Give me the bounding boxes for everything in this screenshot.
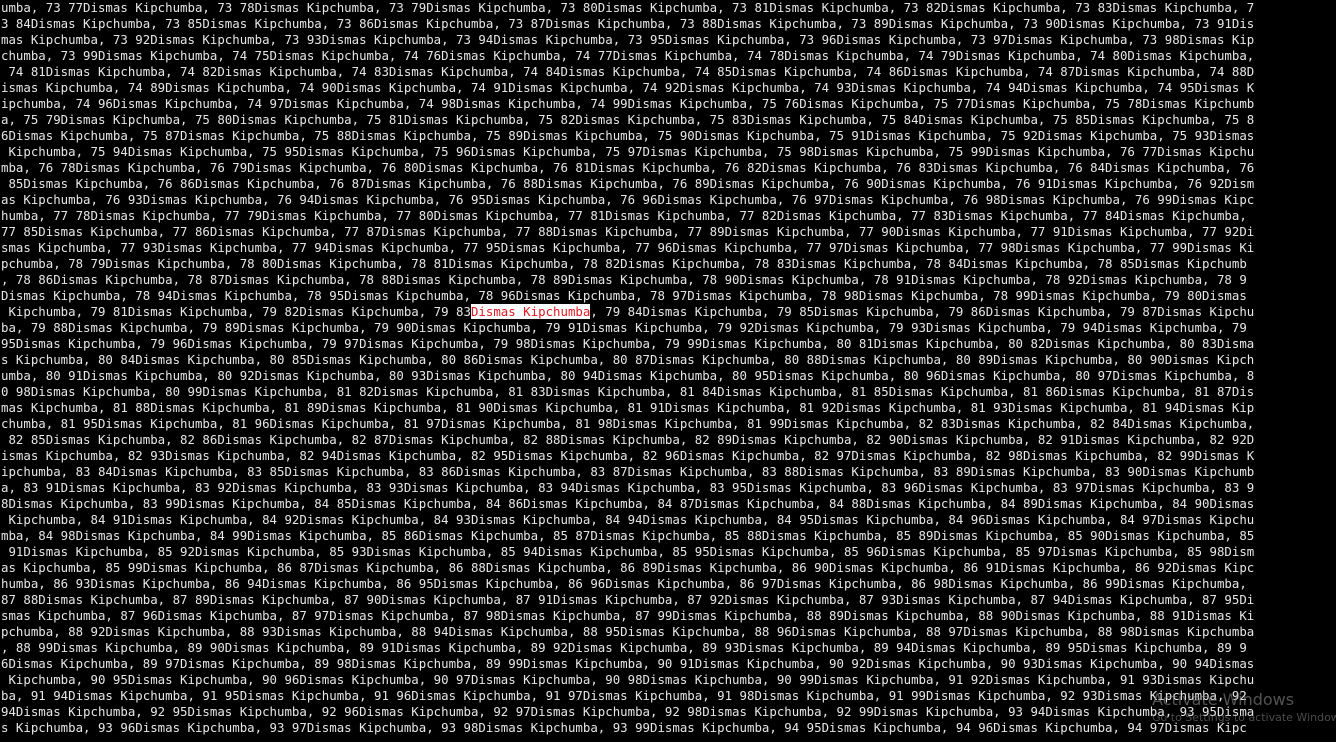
terminal-line: ba, 91 94Dismas Kipchumba, 91 95Dismas K… [1,688,1247,703]
terminal-line-with-selection: Kipchumba, 79 81Dismas Kipchumba, 79 82D… [1,304,1335,320]
terminal-line: 0 98Dismas Kipchumba, 80 99Dismas Kipchu… [1,384,1255,399]
terminal-line: ipchumba, 74 96Dismas Kipchumba, 74 97Di… [1,96,1255,111]
terminal-line: mas Kipchumba, 73 92Dismas Kipchumba, 73… [1,32,1255,47]
terminal-line: mas Kipchumba, 81 88Dismas Kipchumba, 81… [1,400,1255,415]
terminal-line: 94Dismas Kipchumba, 92 95Dismas Kipchumb… [1,704,1255,719]
terminal-line: s Kipchumba, 93 96Dismas Kipchumba, 93 9… [1,720,1247,735]
terminal-line: 77 85Dismas Kipchumba, 77 86Dismas Kipch… [1,224,1255,239]
terminal-line: humba, 77 78Dismas Kipchumba, 77 79Disma… [1,208,1247,223]
terminal-line: ismas Kipchumba, 74 89Dismas Kipchumba, … [1,80,1255,95]
terminal-line: 82 85Dismas Kipchumba, 82 86Dismas Kipch… [1,432,1255,447]
terminal-line: Dismas Kipchumba, 78 94Dismas Kipchumba,… [1,288,1247,303]
terminal-line: a, 75 79Dismas Kipchumba, 75 80Dismas Ki… [1,112,1255,127]
terminal-line: 95Dismas Kipchumba, 79 96Dismas Kipchumb… [1,336,1255,351]
terminal-output[interactable]: umba, 73 77Dismas Kipchumba, 73 78Dismas… [0,0,1336,742]
terminal-line: 87 88Dismas Kipchumba, 87 89Dismas Kipch… [1,592,1255,607]
terminal-line: 3 84Dismas Kipchumba, 73 85Dismas Kipchu… [1,16,1255,31]
activate-windows-subtitle: Go to Settings to activate Windows. [1152,711,1336,724]
terminal-line: as Kipchumba, 76 93Dismas Kipchumba, 76 … [1,192,1255,207]
terminal-line: 74 81Dismas Kipchumba, 74 82Dismas Kipch… [1,64,1255,79]
selected-text-highlight[interactable]: Dismas Kipchumba [470,304,591,319]
terminal-line: humba, 86 93Dismas Kipchumba, 86 94Disma… [1,576,1247,591]
terminal-line: Kipchumba, 84 91Dismas Kipchumba, 84 92D… [1,512,1255,527]
terminal-line: pchumba, 78 79Dismas Kipchumba, 78 80Dis… [1,256,1247,271]
terminal-line: 6Dismas Kipchumba, 89 97Dismas Kipchumba… [1,656,1255,671]
terminal-line: umba, 80 91Dismas Kipchumba, 80 92Dismas… [1,368,1255,383]
terminal-line: chumba, 81 95Dismas Kipchumba, 81 96Dism… [1,416,1255,431]
terminal-line: 6Dismas Kipchumba, 75 87Dismas Kipchumba… [1,128,1255,143]
terminal-line: , 88 99Dismas Kipchumba, 89 90Dismas Kip… [1,640,1247,655]
activate-windows-watermark: Activate Windows [1152,690,1295,709]
terminal-line: Kipchumba, 90 95Dismas Kipchumba, 90 96D… [1,672,1255,687]
terminal-line: 8Dismas Kipchumba, 83 99Dismas Kipchumba… [1,496,1255,511]
terminal-line: as Kipchumba, 85 99Dismas Kipchumba, 86 … [1,560,1255,575]
terminal-line: umba, 73 77Dismas Kipchumba, 73 78Dismas… [1,0,1255,15]
terminal-line: pchumba, 88 92Dismas Kipchumba, 88 93Dis… [1,624,1255,639]
terminal-line: , 78 86Dismas Kipchumba, 78 87Dismas Kip… [1,272,1247,287]
terminal-line: mba, 84 98Dismas Kipchumba, 84 99Dismas … [1,528,1255,543]
terminal-line: a, 83 91Dismas Kipchumba, 83 92Dismas Ki… [1,480,1255,495]
terminal-line: chumba, 73 99Dismas Kipchumba, 74 75Dism… [1,48,1255,63]
terminal-line: ipchumba, 83 84Dismas Kipchumba, 83 85Di… [1,464,1255,479]
terminal-line: 91Dismas Kipchumba, 85 92Dismas Kipchumb… [1,544,1255,559]
terminal-line: ba, 79 88Dismas Kipchumba, 79 89Dismas K… [1,320,1247,335]
terminal-text: Kipchumba, 79 81Dismas Kipchumba, 79 82D… [1,304,471,319]
terminal-line: smas Kipchumba, 77 93Dismas Kipchumba, 7… [1,240,1255,255]
terminal-line: smas Kipchumba, 87 96Dismas Kipchumba, 8… [1,608,1255,623]
terminal-line: 85Dismas Kipchumba, 76 86Dismas Kipchumb… [1,176,1255,191]
terminal-line: s Kipchumba, 80 84Dismas Kipchumba, 80 8… [1,352,1255,367]
terminal-line: mba, 76 78Dismas Kipchumba, 76 79Dismas … [1,160,1255,175]
terminal-text: , 79 84Dismas Kipchumba, 79 85Dismas Kip… [590,304,1255,319]
terminal-line: Kipchumba, 75 94Dismas Kipchumba, 75 95D… [1,144,1255,159]
terminal-line: ismas Kipchumba, 82 93Dismas Kipchumba, … [1,448,1255,463]
